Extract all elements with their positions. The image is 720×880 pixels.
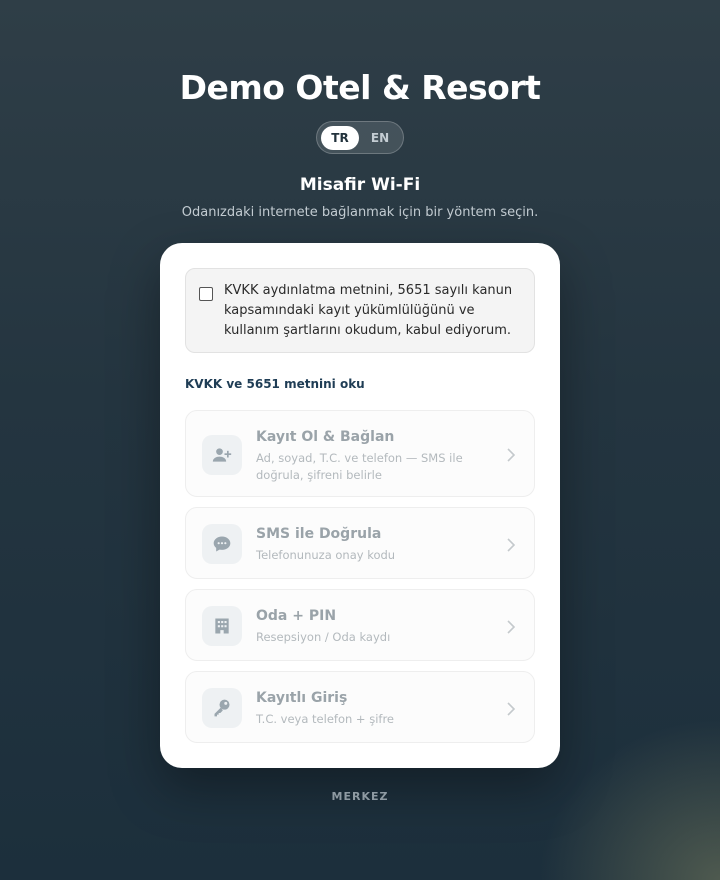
option-title: Kayıtlı Giriş xyxy=(256,690,348,706)
key-icon xyxy=(202,688,242,728)
person-add-icon xyxy=(202,435,242,475)
option-description: Resepsiyon / Oda kaydı xyxy=(256,630,391,644)
option-room-pin[interactable]: Oda + PIN Resepsiyon / Oda kaydı xyxy=(185,589,535,661)
language-tr-button[interactable]: TR xyxy=(321,126,359,150)
option-description: Telefonunuza onay kodu xyxy=(256,548,396,562)
footer-label: MERKEZ xyxy=(331,790,389,803)
chevron-right-icon xyxy=(506,701,516,716)
building-icon xyxy=(202,606,242,646)
language-en-button[interactable]: EN xyxy=(361,126,399,150)
chevron-right-icon xyxy=(506,537,516,552)
brand-title: Demo Otel & Resort xyxy=(179,68,541,107)
option-register[interactable]: Kayıt Ol & Bağlan Ad, soyad, T.C. ve tel… xyxy=(185,410,535,497)
language-toggle: TR EN xyxy=(316,121,404,154)
option-description: Ad, soyad, T.C. ve telefon — SMS ile doğ… xyxy=(256,451,463,482)
option-title: SMS ile Doğrula xyxy=(256,526,382,542)
chevron-right-icon xyxy=(506,619,516,634)
option-title: Kayıt Ol & Bağlan xyxy=(256,429,395,445)
page-title: Misafir Wi-Fi xyxy=(299,175,421,195)
read-terms-link[interactable]: KVKK ve 5651 metnini oku xyxy=(185,377,365,391)
chat-bubble-icon xyxy=(202,524,242,564)
consent-text: KVKK aydınlatma metnini, 5651 sayılı kan… xyxy=(224,283,513,338)
option-title: Oda + PIN xyxy=(256,608,337,624)
option-sms[interactable]: SMS ile Doğrula Telefonunuza onay kodu xyxy=(185,507,535,579)
consent-checkbox[interactable] xyxy=(199,287,213,301)
option-description: T.C. veya telefon + şifre xyxy=(256,712,395,726)
login-card: KVKK aydınlatma metnini, 5651 sayılı kan… xyxy=(160,243,560,768)
consent-box: KVKK aydınlatma metnini, 5651 sayılı kan… xyxy=(185,268,535,353)
chevron-right-icon xyxy=(506,447,516,462)
option-saved-login[interactable]: Kayıtlı Giriş T.C. veya telefon + şifre xyxy=(185,671,535,743)
page-subtitle: Odanızdaki internete bağlanmak için bir … xyxy=(181,205,539,220)
